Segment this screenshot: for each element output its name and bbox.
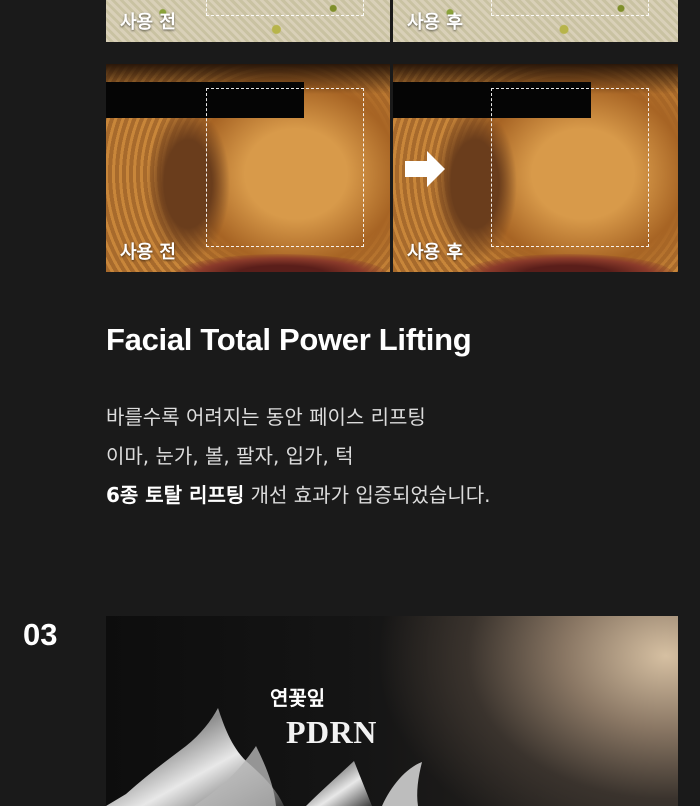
description-line-2: 이마, 눈가, 볼, 팔자, 입가, 턱 — [106, 444, 354, 468]
top-before-label: 사용 전 — [120, 12, 176, 33]
pdrn-visual: 연꽃잎 PDRN — [106, 616, 678, 806]
after-focus-box — [491, 88, 649, 247]
arrow-right-icon — [405, 151, 445, 187]
lips-shape — [463, 254, 673, 272]
description-highlight: 6종 토탈 리프팅 — [106, 483, 245, 507]
description-line-3: 6종 토탈 리프팅 개선 효과가 입증되었습니다. — [106, 476, 646, 515]
after-photo: 사용 후 — [393, 64, 678, 272]
section-number: 03 — [23, 617, 58, 652]
feature-description: 바를수록 어려지는 동안 페이스 리프팅 이마, 눈가, 볼, 팔자, 입가, … — [106, 398, 646, 515]
description-line-3-rest: 개선 효과가 입증되었습니다. — [244, 483, 491, 507]
top-before-focus-box — [206, 0, 364, 16]
top-after-focus-box — [491, 0, 649, 16]
feature-heading: Facial Total Power Lifting — [106, 322, 472, 357]
before-focus-box — [206, 88, 364, 247]
after-label: 사용 후 — [407, 242, 463, 263]
before-label: 사용 전 — [120, 242, 176, 263]
lotus-petal-image — [106, 708, 422, 806]
top-after-label: 사용 후 — [407, 12, 463, 33]
description-line-1: 바를수록 어려지는 동안 페이스 리프팅 — [106, 405, 426, 429]
top-before-photo: 사용 전 — [106, 0, 390, 42]
lips-shape — [176, 254, 386, 272]
top-after-photo: 사용 후 — [393, 0, 678, 42]
before-photo: 사용 전 — [106, 64, 390, 272]
